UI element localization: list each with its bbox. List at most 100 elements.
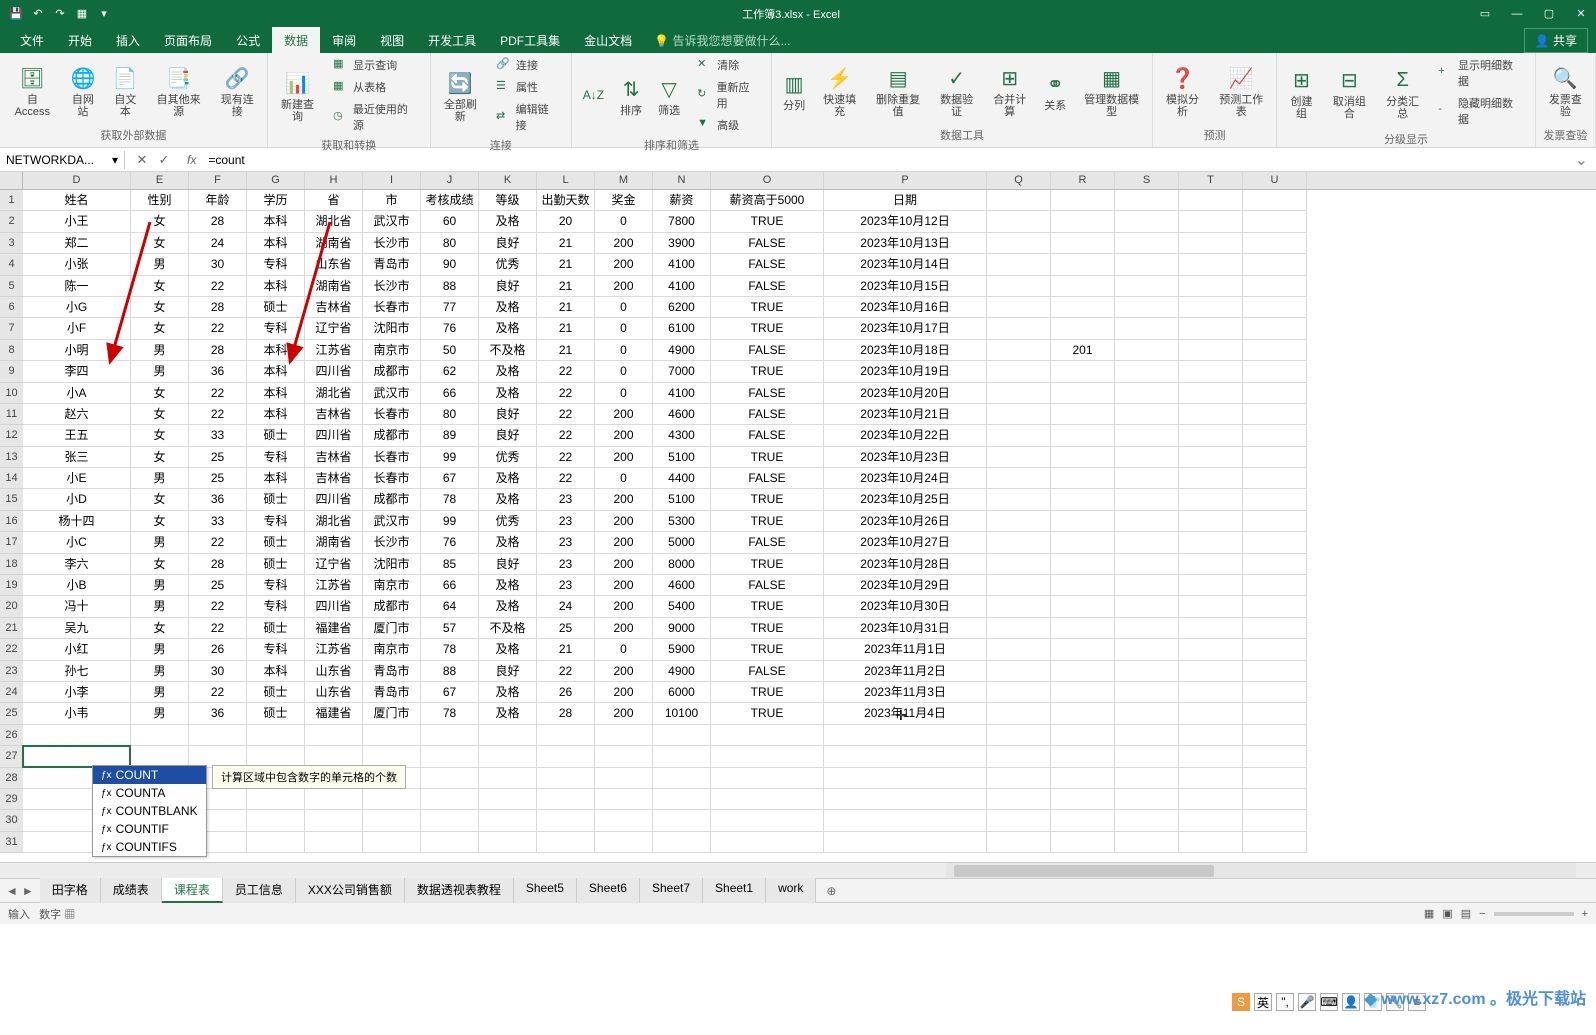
new-query-button[interactable]: 📊新建查询 — [272, 65, 323, 125]
zoom-out-icon[interactable]: − — [1479, 908, 1485, 920]
cell[interactable]: 福建省 — [305, 703, 363, 724]
cell[interactable] — [1243, 596, 1307, 617]
cell[interactable]: 99 — [421, 447, 479, 468]
cell[interactable]: FALSE — [711, 661, 824, 682]
row-header[interactable]: 18 — [0, 554, 23, 575]
cell[interactable] — [1179, 832, 1243, 853]
cell[interactable]: 山东省 — [305, 254, 363, 275]
cell[interactable]: 200 — [595, 703, 653, 724]
cell[interactable]: 28 — [189, 554, 247, 575]
cell[interactable] — [1115, 276, 1179, 297]
cell[interactable] — [1051, 190, 1115, 211]
cell[interactable]: 及格 — [479, 682, 537, 703]
cell[interactable]: 0 — [595, 297, 653, 318]
cell[interactable] — [1051, 404, 1115, 425]
cell[interactable] — [595, 725, 653, 746]
cell[interactable]: 南京市 — [363, 639, 421, 660]
col-header-G[interactable]: G — [247, 172, 305, 189]
cell[interactable]: 30 — [189, 661, 247, 682]
cell[interactable] — [1243, 297, 1307, 318]
cell[interactable]: 男 — [131, 661, 189, 682]
cell[interactable]: 3900 — [653, 233, 711, 254]
cell[interactable] — [595, 789, 653, 810]
cell[interactable]: 23 — [537, 532, 595, 553]
clear-filter-button[interactable]: ✕清除 — [693, 55, 763, 75]
cell[interactable]: 4100 — [653, 276, 711, 297]
cell[interactable]: 吉林省 — [305, 297, 363, 318]
cell[interactable]: 及格 — [479, 703, 537, 724]
cell[interactable] — [1179, 596, 1243, 617]
cell[interactable]: 4600 — [653, 404, 711, 425]
cell[interactable]: 辽宁省 — [305, 318, 363, 339]
sogou-icon[interactable]: S — [1232, 993, 1250, 1011]
cell[interactable]: 2023年10月16日 — [824, 297, 987, 318]
cell[interactable] — [1051, 618, 1115, 639]
row-header[interactable]: 15 — [0, 489, 23, 510]
cell[interactable] — [1051, 297, 1115, 318]
cell[interactable]: 及格 — [479, 639, 537, 660]
ribbon-options-icon[interactable]: ▭ — [1470, 3, 1500, 25]
col-header-P[interactable]: P — [824, 172, 987, 189]
row-header[interactable]: 14 — [0, 468, 23, 489]
cell[interactable]: 22 — [537, 661, 595, 682]
cell[interactable]: 男 — [131, 575, 189, 596]
cell[interactable]: 市 — [363, 190, 421, 211]
cell[interactable] — [1179, 618, 1243, 639]
cell[interactable] — [1179, 297, 1243, 318]
cell[interactable]: 67 — [421, 682, 479, 703]
cell[interactable] — [479, 789, 537, 810]
cell[interactable]: 22 — [189, 404, 247, 425]
cell[interactable] — [1243, 832, 1307, 853]
cell[interactable] — [1115, 361, 1179, 382]
cell[interactable]: 90 — [421, 254, 479, 275]
cell[interactable]: 200 — [595, 276, 653, 297]
cell[interactable] — [1179, 703, 1243, 724]
cell[interactable] — [987, 233, 1051, 254]
cell[interactable] — [1115, 746, 1179, 767]
cell[interactable]: 24 — [189, 233, 247, 254]
cell[interactable]: 2023年10月23日 — [824, 447, 987, 468]
cell[interactable] — [1051, 254, 1115, 275]
ime-voice-icon[interactable]: 🎤 — [1298, 993, 1316, 1011]
cell[interactable] — [479, 746, 537, 767]
row-header[interactable]: 7 — [0, 318, 23, 339]
cell[interactable] — [1243, 489, 1307, 510]
cell[interactable]: 四川省 — [305, 489, 363, 510]
cell[interactable]: 女 — [131, 447, 189, 468]
cell[interactable] — [1051, 318, 1115, 339]
autocomplete-item[interactable]: ƒxCOUNTBLANK — [93, 802, 206, 820]
cell[interactable] — [1115, 768, 1179, 789]
cell[interactable]: 22 — [537, 425, 595, 446]
existing-conn-button[interactable]: 🔗现有连接 — [212, 60, 263, 120]
subtotal-button[interactable]: Σ分类汇总 — [1377, 62, 1428, 122]
cell[interactable]: TRUE — [711, 447, 824, 468]
cell[interactable]: TRUE — [711, 511, 824, 532]
cell[interactable]: 22 — [189, 618, 247, 639]
col-header-R[interactable]: R — [1051, 172, 1115, 189]
cell[interactable]: 2023年10月12日 — [824, 211, 987, 232]
cell[interactable]: 及格 — [479, 211, 537, 232]
cell[interactable]: 江苏省 — [305, 340, 363, 361]
cell[interactable] — [1243, 682, 1307, 703]
cell[interactable] — [1179, 639, 1243, 660]
qat-more-icon[interactable]: ▾ — [96, 6, 112, 22]
cell[interactable]: FALSE — [711, 575, 824, 596]
edit-links-button[interactable]: ⇄编辑链接 — [492, 99, 563, 135]
cell[interactable]: FALSE — [711, 383, 824, 404]
cell[interactable] — [987, 789, 1051, 810]
cell[interactable]: 小李 — [23, 682, 131, 703]
cell[interactable]: 200 — [595, 682, 653, 703]
cell[interactable] — [1115, 211, 1179, 232]
cell[interactable] — [1051, 832, 1115, 853]
autocomplete-item[interactable]: ƒxCOUNTIFS — [93, 838, 206, 856]
row-header[interactable]: 22 — [0, 639, 23, 660]
cell[interactable]: TRUE — [711, 318, 824, 339]
cell[interactable]: 2023年10月18日 — [824, 340, 987, 361]
cell[interactable] — [1115, 425, 1179, 446]
cell[interactable] — [1051, 661, 1115, 682]
cell[interactable]: 本科 — [247, 361, 305, 382]
cell[interactable]: 姓名 — [23, 190, 131, 211]
row-header[interactable]: 21 — [0, 618, 23, 639]
cell[interactable]: 武汉市 — [363, 511, 421, 532]
cell[interactable] — [987, 489, 1051, 510]
